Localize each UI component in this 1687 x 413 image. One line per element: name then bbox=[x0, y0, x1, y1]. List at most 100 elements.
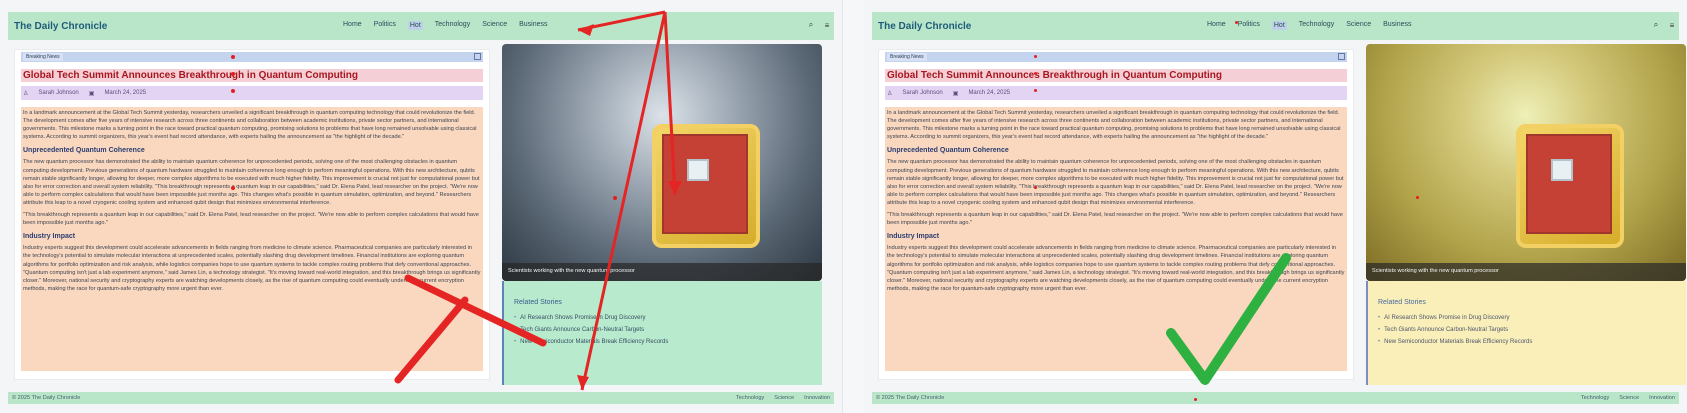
article-meta: ♙ Sarah Johnson ▣ March 24, 2025 bbox=[21, 86, 483, 100]
media-caption: Scientists working with the new quantum … bbox=[502, 263, 822, 281]
quantum-device-illustration bbox=[652, 124, 760, 248]
article-headline: Global Tech Summit Announces Breakthroug… bbox=[887, 70, 1223, 81]
headline-bar: Global Tech Summit Announces Breakthroug… bbox=[885, 69, 1347, 82]
article-paragraph-1: In a landmark announcement at the Global… bbox=[23, 110, 477, 141]
site-header: The Daily Chronicle Home Politics Hot Te… bbox=[872, 12, 1679, 40]
bookmark-icon[interactable] bbox=[474, 53, 481, 60]
red-marker bbox=[1235, 21, 1238, 24]
red-marker bbox=[1034, 89, 1037, 92]
breaking-badge: Breaking News bbox=[887, 53, 927, 61]
brand-title[interactable]: The Daily Chronicle bbox=[878, 21, 971, 32]
article-body: In a landmark announcement at the Global… bbox=[885, 107, 1347, 371]
related-list: AI Research Shows Promise in Drug Discov… bbox=[1378, 315, 1532, 351]
footer-copyright: © 2025 The Daily Chronicle bbox=[12, 395, 81, 401]
author-icon: ♙ bbox=[23, 90, 29, 97]
calendar-icon: ▣ bbox=[88, 90, 95, 97]
nav-hot[interactable]: Hot bbox=[407, 21, 423, 30]
article-media: Scientists working with the new quantum … bbox=[502, 44, 822, 281]
related-item-2[interactable]: Tech Giants Announce Carbon-Neutral Targ… bbox=[1378, 327, 1532, 333]
header-icons: ⌕ ≡ bbox=[806, 20, 832, 30]
site-header: The Daily Chronicle Home Politics Hot Te… bbox=[8, 12, 834, 40]
article-subhead-2: Industry Impact bbox=[23, 233, 76, 241]
article-paragraph-3: "This breakthrough represents a quantum … bbox=[887, 212, 1343, 227]
nav-science[interactable]: Science bbox=[482, 21, 507, 30]
nav-hot[interactable]: Hot bbox=[1271, 21, 1287, 30]
nav-politics[interactable]: Politics bbox=[374, 21, 396, 30]
red-marker bbox=[1194, 398, 1197, 401]
related-list: AI Research Shows Promise in Drug Discov… bbox=[514, 315, 668, 351]
footer-link-technology[interactable]: Technology bbox=[736, 395, 764, 401]
red-marker bbox=[231, 72, 235, 76]
related-stories: Related Stories AI Research Shows Promis… bbox=[1366, 281, 1686, 385]
comparison-canvas: The Daily Chronicle Home Politics Hot Te… bbox=[0, 0, 1687, 413]
nav-business[interactable]: Business bbox=[1383, 21, 1411, 30]
footer-links: Technology Science Innovation bbox=[736, 395, 830, 401]
related-item-1[interactable]: AI Research Shows Promise in Drug Discov… bbox=[1378, 315, 1532, 321]
left-panel: The Daily Chronicle Home Politics Hot Te… bbox=[0, 0, 843, 413]
breaking-bar: Breaking News bbox=[21, 52, 483, 62]
nav-home[interactable]: Home bbox=[343, 21, 362, 30]
quantum-chip-board bbox=[662, 134, 748, 234]
related-title: Related Stories bbox=[514, 299, 562, 306]
article-date: March 24, 2025 bbox=[104, 90, 147, 96]
nav-technology[interactable]: Technology bbox=[1299, 21, 1334, 30]
nav-technology[interactable]: Technology bbox=[435, 21, 470, 30]
menu-icon[interactable]: ≡ bbox=[822, 20, 832, 30]
bookmark-icon[interactable] bbox=[1338, 53, 1345, 60]
article-subhead-1: Unprecedented Quantum Coherence bbox=[23, 147, 145, 155]
related-item-1[interactable]: AI Research Shows Promise in Drug Discov… bbox=[514, 315, 668, 321]
calendar-icon: ▣ bbox=[952, 90, 959, 97]
header-icons: ⌕ ≡ bbox=[1651, 20, 1677, 30]
article-headline: Global Tech Summit Announces Breakthroug… bbox=[23, 70, 359, 81]
footer-link-innovation[interactable]: Innovation bbox=[1649, 395, 1675, 401]
red-marker bbox=[613, 196, 617, 200]
nav-science[interactable]: Science bbox=[1346, 21, 1371, 30]
footer-link-science[interactable]: Science bbox=[1619, 395, 1639, 401]
article-subhead-2: Industry Impact bbox=[887, 233, 940, 241]
quantum-device-illustration bbox=[1516, 124, 1624, 248]
article-paragraph-4: Industry experts suggest this developmen… bbox=[23, 245, 481, 292]
nav-business[interactable]: Business bbox=[519, 21, 547, 30]
site-footer: © 2025 The Daily Chronicle Technology Sc… bbox=[872, 392, 1679, 404]
footer-link-science[interactable]: Science bbox=[774, 395, 794, 401]
article-paragraph-2: The new quantum processor has demonstrat… bbox=[23, 159, 480, 206]
red-marker bbox=[1034, 186, 1037, 189]
author-name: Sarah Johnson bbox=[38, 90, 79, 96]
menu-icon[interactable]: ≡ bbox=[1667, 20, 1677, 30]
red-marker bbox=[231, 89, 235, 93]
media-caption: Scientists working with the new quantum … bbox=[1366, 263, 1686, 281]
search-icon[interactable]: ⌕ bbox=[1651, 20, 1661, 30]
article-meta: ♙ Sarah Johnson ▣ March 24, 2025 bbox=[885, 86, 1347, 100]
red-marker bbox=[1034, 72, 1037, 75]
article-paragraph-4: Industry experts suggest this developmen… bbox=[887, 245, 1345, 292]
nav-politics[interactable]: Politics bbox=[1238, 21, 1260, 30]
main-nav: Home Politics Hot Technology Science Bus… bbox=[343, 21, 548, 30]
article-date: March 24, 2025 bbox=[968, 90, 1011, 96]
red-marker bbox=[1034, 55, 1037, 58]
related-item-2[interactable]: Tech Giants Announce Carbon-Neutral Targ… bbox=[514, 327, 668, 333]
site-footer: © 2025 The Daily Chronicle Technology Sc… bbox=[8, 392, 834, 404]
footer-links: Technology Science Innovation bbox=[1581, 395, 1675, 401]
article-subhead-1: Unprecedented Quantum Coherence bbox=[887, 147, 1009, 155]
article-paragraph-1: In a landmark announcement at the Global… bbox=[887, 110, 1341, 141]
chip-window bbox=[687, 159, 709, 181]
footer-link-innovation[interactable]: Innovation bbox=[804, 395, 830, 401]
chip-window bbox=[1551, 159, 1573, 181]
related-item-3[interactable]: New Semiconductor Materials Break Effici… bbox=[514, 339, 668, 345]
footer-copyright: © 2025 The Daily Chronicle bbox=[876, 395, 945, 401]
brand-title[interactable]: The Daily Chronicle bbox=[14, 21, 107, 32]
footer-link-technology[interactable]: Technology bbox=[1581, 395, 1609, 401]
breaking-bar: Breaking News bbox=[885, 52, 1347, 62]
related-item-3[interactable]: New Semiconductor Materials Break Effici… bbox=[1378, 339, 1532, 345]
quantum-chip-board bbox=[1526, 134, 1612, 234]
article-card: Breaking News Global Tech Summit Announc… bbox=[14, 49, 490, 380]
related-title: Related Stories bbox=[1378, 299, 1426, 306]
nav-home[interactable]: Home bbox=[1207, 21, 1226, 30]
search-icon[interactable]: ⌕ bbox=[806, 20, 816, 30]
red-marker bbox=[231, 55, 235, 59]
red-marker bbox=[231, 186, 235, 190]
article-body: In a landmark announcement at the Global… bbox=[21, 107, 483, 371]
right-panel: The Daily Chronicle Home Politics Hot Te… bbox=[864, 0, 1687, 413]
breaking-badge: Breaking News bbox=[23, 53, 63, 61]
related-stories: Related Stories AI Research Shows Promis… bbox=[502, 281, 822, 385]
